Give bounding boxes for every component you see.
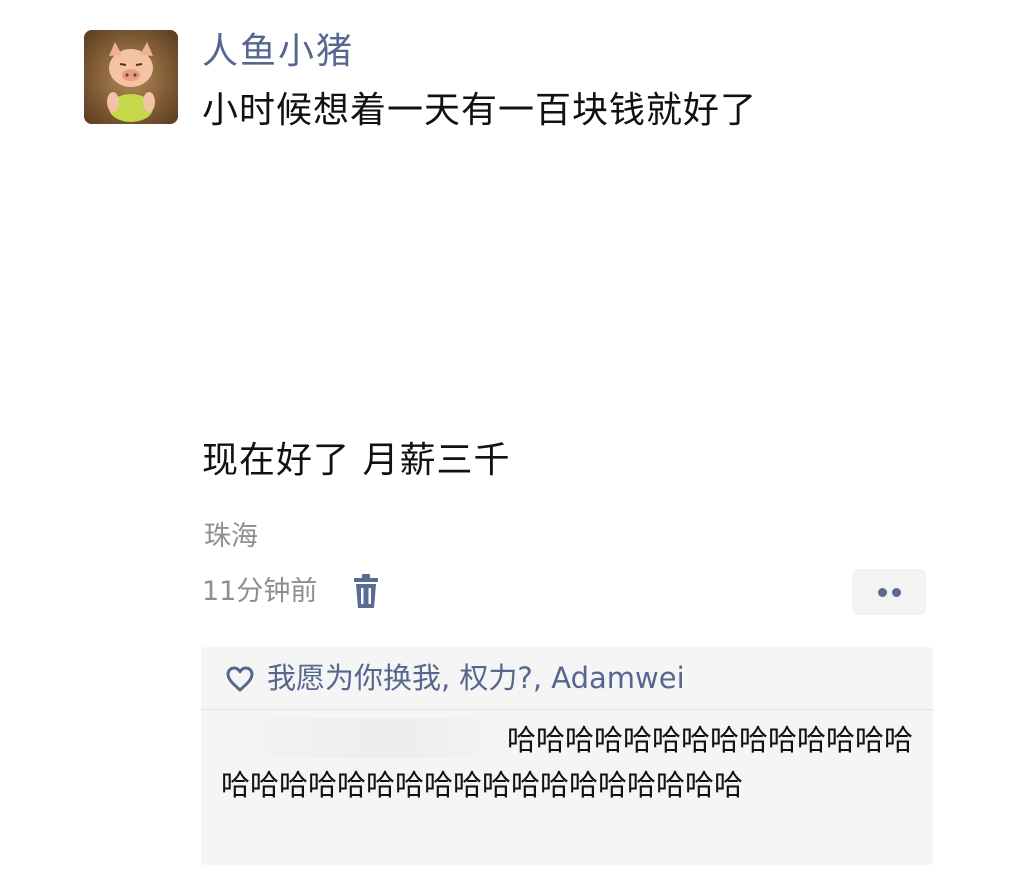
heart-icon <box>226 666 254 692</box>
likes-row: 我愿为你换我, 权力?, Adamwei <box>201 647 933 709</box>
likes-list[interactable]: 我愿为你换我, 权力?, Adamwei <box>267 656 685 700</box>
more-options-button[interactable] <box>852 569 926 615</box>
more-dots-icon <box>892 588 901 597</box>
post-author-name[interactable]: 人鱼小猪 <box>202 28 354 76</box>
divider <box>201 709 933 710</box>
post-text-line-2: 现在好了 月薪三千 <box>202 440 511 481</box>
moments-post: 人鱼小猪 小时候想着一天有一百块钱就好了 现在好了 月薪三千 珠海 11分钟前 … <box>0 0 1024 896</box>
comment-author[interactable] <box>221 718 507 758</box>
comment-item[interactable]: 哈哈哈哈哈哈哈哈哈哈哈哈哈哈哈哈哈哈哈哈哈哈哈哈哈哈哈哈哈哈哈哈 <box>221 718 921 808</box>
post-time: 11分钟前 <box>202 576 318 607</box>
post-text-line-1: 小时候想着一天有一百块钱就好了 <box>202 90 758 131</box>
interaction-panel: 我愿为你换我, 权力?, Adamwei 哈哈哈哈哈哈哈哈哈哈哈哈哈哈哈哈哈哈哈… <box>201 647 933 865</box>
avatar[interactable] <box>84 30 178 124</box>
trash-icon <box>354 574 378 608</box>
delete-button[interactable] <box>350 574 382 610</box>
post-location[interactable]: 珠海 <box>204 517 258 557</box>
more-dots-icon <box>878 588 887 597</box>
pig-figurine-avatar-icon <box>84 30 178 124</box>
